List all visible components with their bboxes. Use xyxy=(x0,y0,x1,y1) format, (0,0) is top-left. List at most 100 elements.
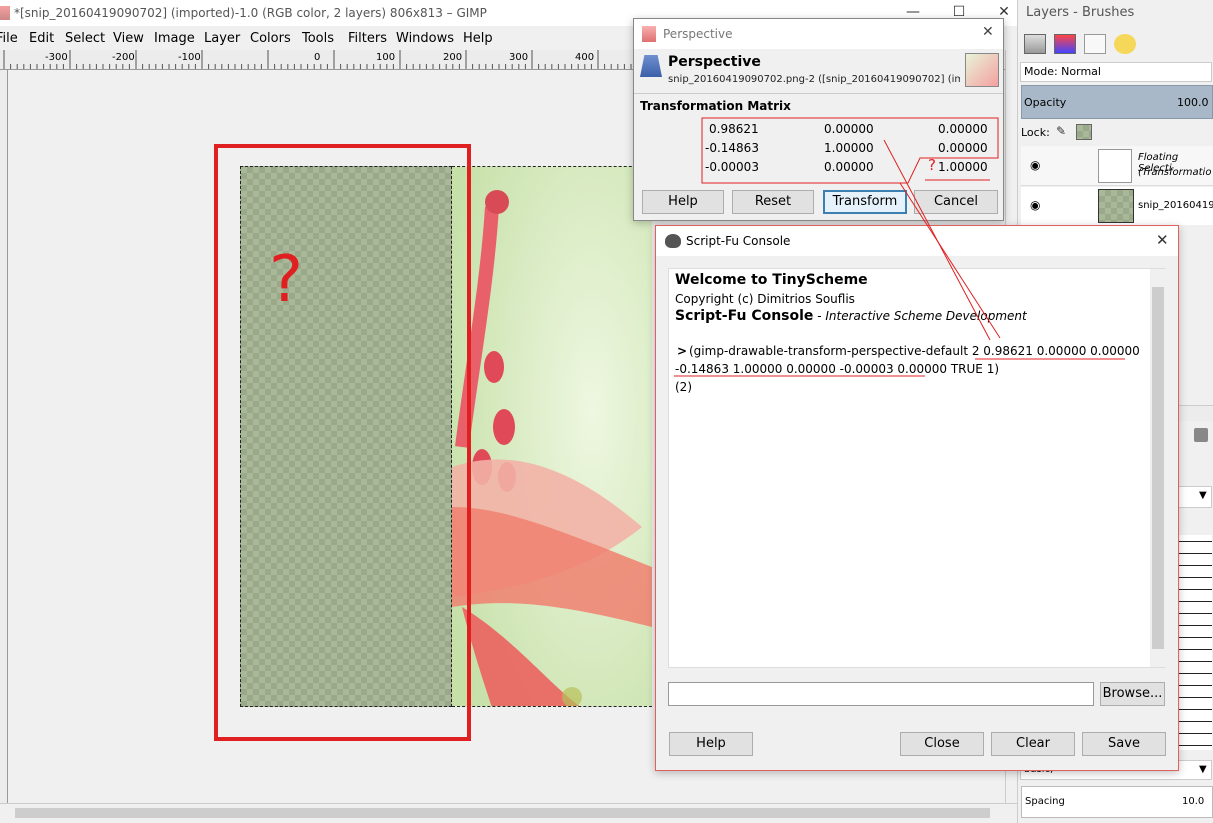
opacity-slider[interactable]: Opacity 100.0 xyxy=(1021,85,1213,119)
script-fu-console: Script-Fu Console ✕ Welcome to TinySchem… xyxy=(655,225,1179,771)
ruler-label: -300 xyxy=(45,52,68,63)
console-heading-line: Script-Fu Console - Interactive Scheme D… xyxy=(675,308,1027,324)
lock-pixels-icon[interactable]: ✎ xyxy=(1056,124,1070,138)
ruler-label: -200 xyxy=(112,52,135,63)
layer-row[interactable]: ◉ snip_20160419 xyxy=(1021,187,1213,225)
vertical-ruler[interactable] xyxy=(0,70,8,805)
window-title: *[snip_20160419090702] (imported)-1.0 (R… xyxy=(14,6,487,20)
console-heading: Script-Fu Console xyxy=(675,308,814,324)
ruler-label: 400 xyxy=(575,52,595,63)
menu-layer[interactable]: Layer xyxy=(204,26,240,52)
matrix-cell: 0.00000 xyxy=(824,122,874,136)
paths-tab-icon[interactable] xyxy=(1084,34,1106,54)
cancel-label: Cancel xyxy=(933,194,979,209)
heading-separator: - xyxy=(813,309,826,323)
menu-select[interactable]: Select xyxy=(65,26,105,52)
console-title: Script-Fu Console xyxy=(686,234,791,248)
layer-row[interactable]: ◉ Floating Selecti (Transformatio xyxy=(1021,146,1213,186)
command-input[interactable] xyxy=(668,682,1094,706)
ruler-label: 300 xyxy=(509,52,529,63)
menu-filters[interactable]: Filters xyxy=(348,26,387,52)
layer-name: snip_20160419 xyxy=(1138,200,1213,211)
command-line-1: (gimp-drawable-transform-perspective-def… xyxy=(689,344,1140,358)
lock-alpha-icon[interactable] xyxy=(1076,124,1092,140)
perspective-dialog: Perspective ✕ Perspective snip_201604190… xyxy=(633,18,1004,221)
close-button[interactable]: Close xyxy=(900,732,984,756)
layer-sub: (Transformatio xyxy=(1138,167,1212,178)
perspective-titlebar: Perspective ✕ xyxy=(634,19,1003,49)
matrix-cell: 0.00000 xyxy=(824,160,874,174)
console-output[interactable]: Welcome to TinyScheme Copyright (c) Dimi… xyxy=(668,268,1166,668)
close-icon[interactable]: ✕ xyxy=(1156,231,1169,249)
mode-dropdown[interactable]: Mode: Normal xyxy=(1020,62,1212,82)
menu-file[interactable]: File xyxy=(0,26,18,52)
dock-title: Layers - Brushes xyxy=(1026,5,1135,20)
annotation-red-box xyxy=(214,144,471,741)
menu-colors[interactable]: Colors xyxy=(250,26,291,52)
prompt-symbol: > xyxy=(677,344,688,358)
spacing-slider[interactable]: Spacing 10.0 xyxy=(1021,786,1213,818)
layers-tab-icon[interactable] xyxy=(1024,34,1046,54)
dock-tab-icons xyxy=(1020,30,1210,58)
undo-history-tab-icon[interactable] xyxy=(1114,34,1136,54)
spacing-value: 10.0 xyxy=(1182,796,1205,807)
visibility-eye-icon[interactable]: ◉ xyxy=(1030,158,1040,172)
matrix-cell: -0.14863 xyxy=(705,141,759,155)
help-label: Help xyxy=(696,736,726,751)
perspective-header: Perspective xyxy=(668,54,761,70)
matrix-cell: 1.00000 xyxy=(938,160,988,174)
perspective-tool-icon xyxy=(640,55,662,77)
copyright-text: Copyright (c) Dimitrios Souflis xyxy=(675,292,855,306)
channels-tab-icon[interactable] xyxy=(1054,34,1076,54)
dialog-title: Perspective xyxy=(663,27,733,41)
matrix-cell: 0.98621 xyxy=(709,122,759,136)
clear-button[interactable]: Clear xyxy=(991,732,1075,756)
menu-view[interactable]: View xyxy=(113,26,144,52)
cancel-button[interactable]: Cancel xyxy=(914,190,998,214)
help-button[interactable]: Help xyxy=(669,732,753,756)
chevron-down-icon: ▼ xyxy=(1199,490,1207,501)
ruler-label: -100 xyxy=(178,52,201,63)
trash-icon[interactable] xyxy=(1194,428,1208,442)
help-label: Help xyxy=(668,194,698,209)
clear-label: Clear xyxy=(1016,736,1050,751)
help-button[interactable]: Help xyxy=(642,190,724,214)
layer-thumbnail xyxy=(1098,149,1132,183)
command-line-2: -0.14863 1.00000 0.00000 -0.00003 0.0000… xyxy=(675,362,1000,376)
matrix-cell: 0.00000 xyxy=(938,141,988,155)
matrix-label: Transformation Matrix xyxy=(640,99,791,113)
menu-help[interactable]: Help xyxy=(463,26,493,52)
mode-label: Mode: Normal xyxy=(1024,65,1101,78)
output-scrollbar[interactable] xyxy=(1150,269,1166,667)
scrollbar-thumb[interactable] xyxy=(1152,287,1164,649)
menu-image[interactable]: Image xyxy=(154,26,195,52)
save-label: Save xyxy=(1108,736,1140,751)
brush-previews[interactable] xyxy=(1178,535,1212,750)
transform-label: Transform xyxy=(832,194,898,209)
transform-button[interactable]: Transform xyxy=(823,190,907,214)
browse-button[interactable]: Browse... xyxy=(1100,682,1165,706)
ruler-label: 0 xyxy=(314,52,321,63)
scrollbar-thumb[interactable] xyxy=(15,808,990,818)
horizontal-scrollbar[interactable] xyxy=(0,803,1017,823)
welcome-heading: Welcome to TinyScheme xyxy=(675,272,868,288)
flower-illustration xyxy=(452,167,652,706)
layer-thumbnail xyxy=(1098,189,1134,223)
menu-tools[interactable]: Tools xyxy=(302,26,334,52)
ruler-label: 200 xyxy=(443,52,463,63)
matrix-cell: 0.00000 xyxy=(938,122,988,136)
close-icon[interactable]: ✕ xyxy=(982,24,994,40)
result-text: (2) xyxy=(675,380,692,394)
console-subheading: Interactive Scheme Development xyxy=(825,309,1027,323)
reset-button[interactable]: Reset xyxy=(732,190,814,214)
lock-label: Lock: xyxy=(1021,126,1050,139)
opacity-value: 100.0 xyxy=(1177,96,1209,109)
spacing-label: Spacing xyxy=(1025,796,1065,807)
save-button[interactable]: Save xyxy=(1082,732,1166,756)
divider xyxy=(634,93,1003,94)
reset-label: Reset xyxy=(754,194,792,209)
visibility-eye-icon[interactable]: ◉ xyxy=(1030,198,1040,212)
menu-edit[interactable]: Edit xyxy=(29,26,54,52)
flower-image xyxy=(452,166,652,707)
menu-windows[interactable]: Windows xyxy=(396,26,454,52)
